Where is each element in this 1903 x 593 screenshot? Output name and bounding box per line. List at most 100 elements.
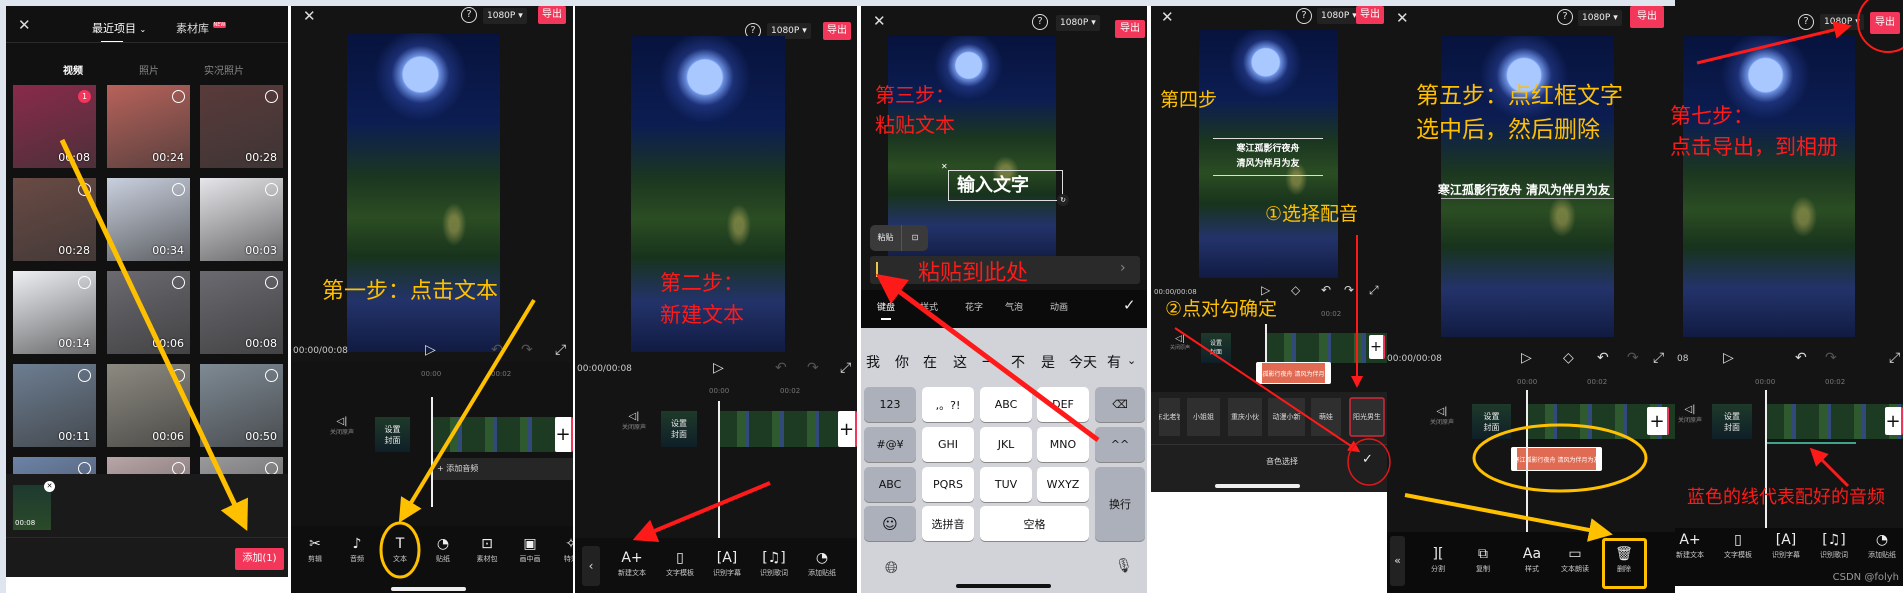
keyboard-key[interactable]: WXYZ (1037, 467, 1089, 502)
tab-library[interactable]: 素材库 NEW (176, 20, 227, 36)
toolbar-add-sticker[interactable]: ◔ 添加贴纸 (1862, 532, 1902, 560)
add-clip-button[interactable]: + (555, 417, 573, 452)
media-thumbnail[interactable]: 00:34 (107, 178, 190, 261)
keyboard-key[interactable]: ,。?! (922, 387, 974, 422)
remove-selection-icon[interactable]: ✕ (44, 481, 55, 492)
toolbar-sticker[interactable]: ◔ 贴纸 (423, 536, 463, 564)
set-cover-button[interactable]: 设置 封面 (1201, 333, 1231, 363)
mute-original-button[interactable]: ◁| 关闭原声 (1675, 404, 1705, 424)
help-icon[interactable]: ? (1557, 9, 1573, 25)
media-thumbnail[interactable]: 00:11 (13, 364, 96, 447)
media-thumbnail[interactable]: 00:28 (200, 85, 283, 168)
playhead[interactable] (431, 397, 433, 507)
toolbar-text[interactable]: T 文本 (380, 536, 420, 564)
keyframe-icon[interactable]: ◇ (1563, 350, 1574, 366)
candidate-word[interactable]: 你 (895, 352, 909, 372)
selected-clip[interactable]: 00:08 (13, 485, 51, 530)
redo-icon[interactable]: ↷ (807, 360, 819, 376)
toolbar-text-template[interactable]: ▯ 文字模板 (1718, 532, 1758, 560)
select-circle[interactable] (172, 369, 185, 382)
text-box-rotate-icon[interactable]: ↻ (1057, 194, 1069, 206)
add-clip-button[interactable]: + (1885, 407, 1903, 435)
media-thumbnail[interactable]: 00:06 (107, 364, 190, 447)
keyframe-icon[interactable]: ◇ (1291, 283, 1300, 297)
keyboard-key[interactable]: MNO (1037, 427, 1089, 462)
toolbar-copy[interactable]: ⧉ 复制 (1463, 546, 1503, 574)
redo-icon[interactable]: ↷ (1627, 350, 1639, 366)
candidate-word[interactable]: 我 (866, 352, 880, 372)
set-cover-button[interactable]: 设置 封面 (1712, 404, 1752, 439)
text-clip-selected[interactable]: 寒江孤影行夜舟 清风为伴月为友 (1511, 447, 1602, 471)
globe-icon[interactable]: 🌐︎ (885, 558, 898, 578)
tab-animation[interactable]: 动画 (1050, 300, 1068, 313)
fullscreen-icon[interactable]: ⤢ (1369, 283, 1379, 298)
collapse-button[interactable]: « (1390, 536, 1405, 586)
media-tab-live-photo[interactable]: 实况照片 (204, 62, 244, 77)
voice-option[interactable]: 动漫小新 (1268, 398, 1305, 436)
media-tab-photo[interactable]: 照片 (139, 62, 159, 77)
select-circle[interactable] (78, 183, 91, 196)
export-button[interactable]: 导出 (1870, 12, 1900, 34)
text-box[interactable]: 输入文字 (948, 170, 1063, 201)
fullscreen-icon[interactable]: ⤢ (1889, 350, 1900, 366)
text-box-close-icon[interactable]: ✕ (941, 162, 948, 171)
key-space[interactable]: 空格 (980, 506, 1089, 541)
text-clip[interactable]: 寒江孤影行夜舟 清风为伴月为友 (1256, 362, 1331, 384)
tab-bubble[interactable]: 气泡 (1005, 300, 1023, 313)
undo-icon[interactable]: ↶ (775, 360, 787, 376)
select-circle[interactable] (265, 90, 278, 103)
select-circle[interactable] (78, 369, 91, 382)
confirm-check-icon[interactable]: ✓ (1362, 452, 1373, 467)
subtitle-box[interactable]: 寒江孤影行夜舟 清风为伴月为友 (1213, 138, 1323, 176)
keyboard-key[interactable]: #@¥ (864, 427, 916, 462)
subtitle-text[interactable]: 寒江孤影行夜舟 清风为伴月为友 (1427, 181, 1614, 198)
select-circle[interactable] (265, 369, 278, 382)
resolution-select[interactable]: 1080P ▾ (1578, 10, 1622, 26)
redo-icon[interactable]: ↷ (1825, 350, 1837, 366)
help-icon[interactable]: ? (461, 7, 477, 23)
play-icon[interactable]: ▷ (1723, 350, 1734, 366)
toolbar-new-text[interactable]: A+ 新建文本 (612, 550, 652, 578)
mute-original-button[interactable]: ◁| 关闭原声 (619, 411, 649, 431)
media-thumbnail[interactable]: 00:50 (200, 364, 283, 447)
resolution-select[interactable]: 1080P ▾ (1317, 8, 1361, 24)
toolbar-cut[interactable]: ✂ 剪辑 (295, 536, 335, 564)
undo-icon[interactable]: ↶ (1597, 350, 1609, 366)
toolbar-text-to-speech[interactable]: ▭ 文本朗读 (1555, 546, 1595, 574)
export-button[interactable]: 导出 (1356, 6, 1384, 24)
keyboard-key[interactable]: ABC (980, 387, 1032, 422)
help-icon[interactable]: ? (1032, 14, 1048, 30)
close-icon[interactable]: ✕ (873, 12, 886, 30)
toolbar-split[interactable]: ][分割 (1418, 546, 1458, 574)
close-icon[interactable]: ✕ (1396, 9, 1409, 27)
toolbar-text-template[interactable]: ▯ 文字模板 (660, 550, 700, 578)
add-button[interactable]: 添加(1) (235, 548, 284, 570)
back-button[interactable]: ‹ (582, 546, 600, 586)
toolbar-material-pack[interactable]: ⊡ 素材包 (467, 536, 507, 564)
add-clip-button[interactable]: + (1647, 407, 1669, 435)
redo-icon[interactable]: ↷ (1344, 283, 1354, 297)
candidate-word[interactable]: 不 (1011, 352, 1025, 372)
media-thumbnail[interactable]: 00:28 (13, 178, 96, 261)
export-button[interactable]: 导出 (1630, 6, 1664, 28)
keyboard-key[interactable]: ^^ (1095, 427, 1145, 462)
toolbar-add-sticker[interactable]: ◔ 添加贴纸 (802, 550, 842, 578)
undo-icon[interactable]: ↶ (1321, 283, 1331, 297)
select-circle[interactable] (265, 276, 278, 289)
select-circle[interactable] (172, 90, 185, 103)
keyboard-key[interactable]: JKL (980, 427, 1032, 462)
close-icon[interactable]: ✕ (18, 16, 31, 34)
key-delete[interactable]: ⌫ (1095, 387, 1145, 422)
play-icon[interactable]: ▷ (713, 360, 724, 376)
voice-option[interactable]: 萌娃 (1311, 398, 1341, 436)
playhead[interactable] (1526, 390, 1528, 540)
play-icon[interactable]: ▷ (425, 342, 436, 358)
toolbar-new-text[interactable]: A+ 新建文本 (1675, 532, 1710, 560)
video-clip-track[interactable] (432, 417, 573, 452)
set-cover-button[interactable]: 设置 封面 (375, 417, 410, 452)
resolution-select[interactable]: 1080P ▾ (483, 8, 527, 24)
keyboard-key[interactable]: ABC (864, 467, 916, 502)
tab-recent-projects[interactable]: 最近项目 ⌄ (92, 20, 146, 36)
play-icon[interactable]: ▷ (1521, 350, 1532, 366)
undo-icon[interactable]: ↶ (491, 342, 503, 358)
